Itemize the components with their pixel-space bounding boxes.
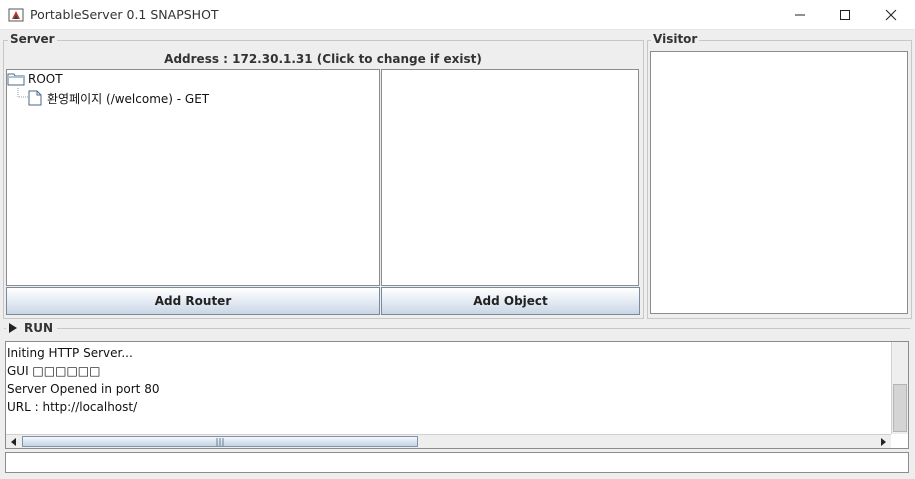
object-panel[interactable] (381, 69, 639, 286)
log-line: Initing HTTP Server... (7, 346, 133, 360)
log-line: GUI □□□□□□ (7, 364, 101, 378)
run-label: RUN (24, 321, 54, 335)
tree-root-label: ROOT (28, 72, 63, 86)
close-button[interactable] (868, 0, 914, 30)
vertical-scroll-thumb[interactable] (893, 384, 907, 432)
tree-connector (17, 88, 28, 98)
play-triangle-icon (9, 323, 17, 333)
server-address-label[interactable]: Address : 172.30.1.31 (Click to change i… (6, 52, 640, 68)
minimize-button[interactable] (777, 0, 823, 30)
run-toggle[interactable]: RUN (6, 321, 58, 335)
file-icon (28, 90, 42, 106)
arrow-left-icon (11, 438, 16, 446)
close-icon (885, 9, 897, 21)
maximize-button[interactable] (822, 0, 868, 30)
scroll-left-button[interactable] (7, 436, 21, 448)
server-group-title: Server (8, 32, 57, 46)
log-line: Server Opened in port 80 (7, 382, 160, 396)
arrow-right-icon (881, 438, 886, 446)
tree-root-node[interactable]: ROOT (7, 70, 63, 88)
minimize-icon (795, 14, 805, 16)
visitor-list[interactable] (650, 51, 908, 314)
java-app-icon (8, 8, 24, 22)
scroll-right-button[interactable] (876, 436, 890, 448)
window-title: PortableServer 0.1 SNAPSHOT (30, 7, 219, 22)
add-object-button[interactable]: Add Object (381, 287, 640, 315)
window-title-bar[interactable]: PortableServer 0.1 SNAPSHOT (0, 0, 915, 30)
run-divider (4, 328, 910, 329)
log-text: Initing HTTP Server... GUI □□□□□□ Server… (7, 344, 887, 416)
route-tree[interactable]: ROOT 환영페이지 (/welcome) - GET (6, 69, 380, 286)
horizontal-scrollbar[interactable] (6, 434, 891, 448)
visitor-group-title: Visitor (651, 32, 700, 46)
maximize-icon (840, 10, 850, 20)
add-router-button[interactable]: Add Router (6, 287, 380, 315)
grip-icon (216, 438, 224, 446)
folder-icon (7, 73, 25, 86)
log-scroll-pane[interactable]: Initing HTTP Server... GUI □□□□□□ Server… (5, 341, 909, 449)
horizontal-scroll-thumb[interactable] (22, 436, 418, 447)
tree-node-label: 환영페이지 (/welcome) - GET (47, 91, 210, 106)
tree-node-welcome[interactable]: 환영페이지 (/welcome) - GET (28, 89, 209, 107)
command-input[interactable] (5, 452, 909, 473)
vertical-scrollbar[interactable] (891, 342, 908, 434)
log-line: URL : http://localhost/ (7, 400, 138, 414)
